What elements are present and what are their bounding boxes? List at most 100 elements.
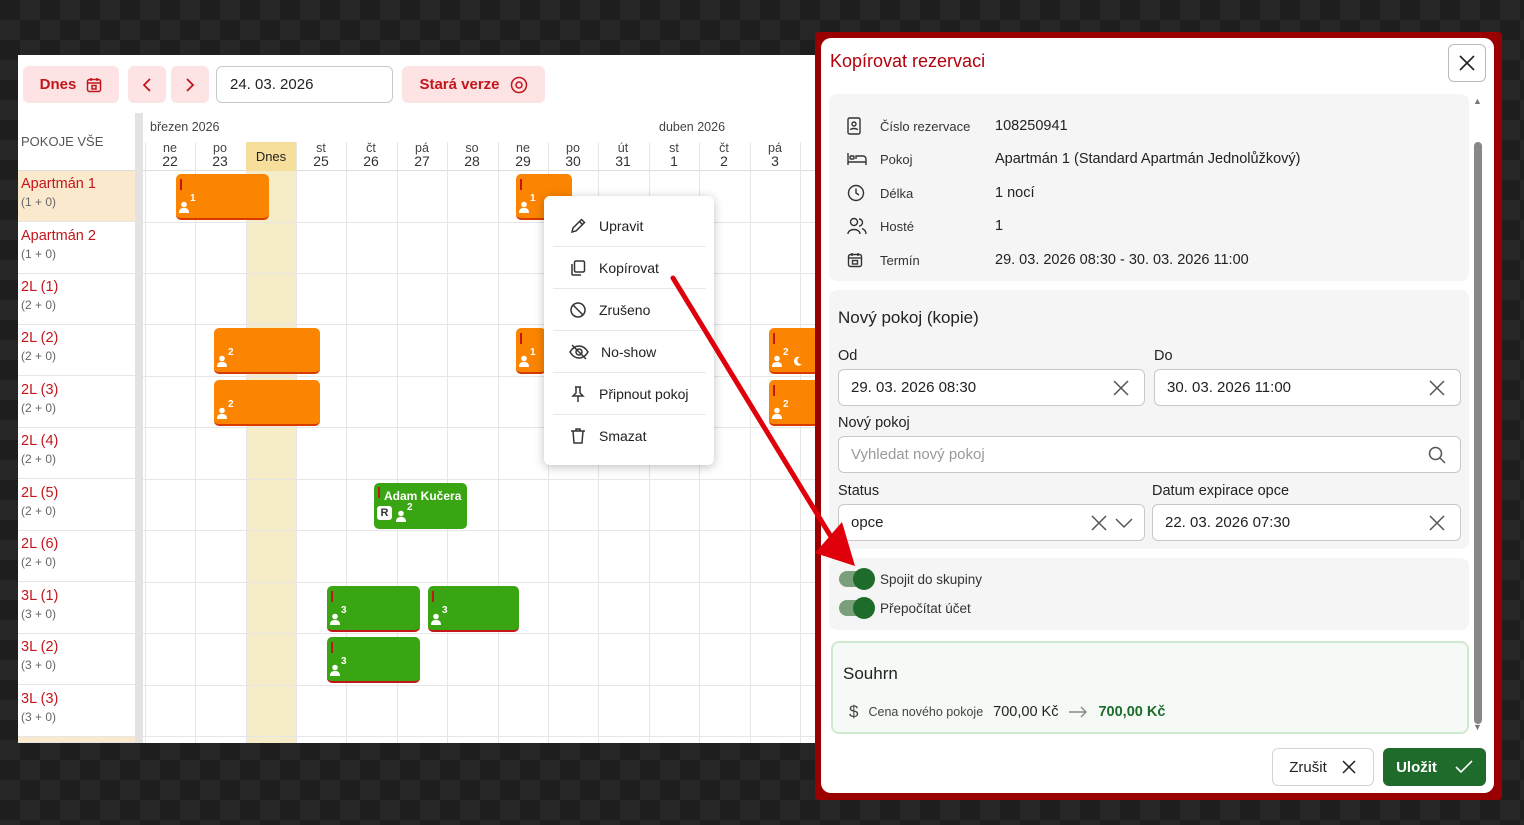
menu-item-edit[interactable]: Upravit <box>553 205 706 247</box>
guest-number: 3 <box>442 605 448 616</box>
menu-item-pin-room[interactable]: Připnout pokoj <box>553 373 706 415</box>
arrow-right-icon <box>1069 706 1088 718</box>
guest-count: 3 <box>330 657 347 676</box>
clear-icon[interactable] <box>1428 514 1446 532</box>
month-label-march: březen 2026 <box>150 120 220 134</box>
room-row-3l-3[interactable]: 3L (3) (3 + 0) <box>18 686 135 737</box>
pin-icon <box>571 385 585 402</box>
room-row-2l-6[interactable]: 2L (6) (2 + 0) <box>18 531 135 582</box>
day-number: 22 <box>162 153 178 169</box>
day-header[interactable]: ne 22 <box>145 142 195 170</box>
dialog-scrollbar[interactable] <box>1474 142 1482 724</box>
reservation-block[interactable]: 2 <box>769 380 815 426</box>
today-day-header[interactable]: Dnes <box>246 142 296 171</box>
day-header[interactable]: pá 27 <box>397 142 447 170</box>
guest-count: 1 <box>519 194 536 213</box>
toggle-switch-recalculate[interactable] <box>839 597 875 619</box>
info-label: Termín <box>880 252 920 268</box>
guest-icon <box>431 613 441 625</box>
rooms-header[interactable]: POKOJE VŠE <box>18 113 135 171</box>
reservation-block[interactable]: 1 <box>516 328 546 374</box>
toggle-switch-group[interactable] <box>839 568 875 590</box>
next-button[interactable] <box>171 66 209 103</box>
room-row-next[interactable] <box>18 737 135 743</box>
day-header[interactable]: po 23 <box>195 142 245 170</box>
room-row-2l-3[interactable]: 2L (3) (2 + 0) <box>18 377 135 428</box>
moon-icon <box>793 356 802 366</box>
reservation-block[interactable]: 2 <box>214 380 320 426</box>
day-header[interactable]: po 30 <box>548 142 598 170</box>
from-datetime-field[interactable]: 29. 03. 2026 08:30 <box>838 369 1145 406</box>
room-row-apartman-2[interactable]: Apartmán 2 (1 + 0) <box>18 223 135 274</box>
menu-item-copy[interactable]: Kopírovat <box>553 247 706 289</box>
grid-line <box>800 142 801 743</box>
cancel-button[interactable]: Zrušit <box>1272 748 1374 786</box>
grid-row-line <box>143 376 815 377</box>
clear-icon[interactable] <box>1428 379 1446 397</box>
option-expiry-field[interactable]: 22. 03. 2026 07:30 <box>1152 504 1461 541</box>
toggle-recalculate[interactable]: Přepočítat účet <box>839 597 971 619</box>
grid-line <box>447 142 448 743</box>
guest-icon <box>179 201 189 213</box>
reservation-flag <box>331 642 333 653</box>
grid-line <box>296 142 297 743</box>
new-room-search-input[interactable]: Vyhledat nový pokoj <box>838 436 1461 473</box>
menu-item-delete[interactable]: Smazat <box>553 415 706 457</box>
date-input[interactable]: 24. 03. 2026 <box>216 66 393 103</box>
close-button[interactable] <box>1448 44 1486 82</box>
reservation-block[interactable]: 1 <box>176 174 269 220</box>
target-icon <box>510 76 527 93</box>
status-label: Status <box>838 483 880 499</box>
room-name: 2L (1) <box>21 279 59 295</box>
room-row-3l-2[interactable]: 3L (2) (3 + 0) <box>18 634 135 685</box>
room-capacity: (2 + 0) <box>21 504 57 518</box>
day-header[interactable]: so 28 <box>447 142 497 170</box>
today-button[interactable]: Dnes <box>23 66 119 103</box>
menu-item-cancelled[interactable]: Zrušeno <box>553 289 706 331</box>
room-row-2l-4[interactable]: 2L (4) (2 + 0) <box>18 428 135 479</box>
day-header[interactable]: pá 3 <box>750 142 800 170</box>
day-header[interactable]: st 25 <box>296 142 346 170</box>
room-row-3l-1[interactable]: 3L (1) (3 + 0) <box>18 583 135 634</box>
room-row-apartman-1[interactable]: Apartmán 1 (1 + 0) <box>18 171 135 222</box>
room-name: Apartmán 1 <box>21 176 96 192</box>
grid-line <box>145 142 146 743</box>
room-name: 2L (3) <box>21 382 59 398</box>
scroll-up-arrow[interactable]: ▲ <box>1473 96 1482 106</box>
room-row-2l-1[interactable]: 2L (1) (2 + 0) <box>18 274 135 325</box>
day-header[interactable]: čt 26 <box>346 142 396 170</box>
summary-title: Souhrn <box>843 664 898 683</box>
room-row-2l-5[interactable]: 2L (5) (2 + 0) <box>18 480 135 531</box>
day-header[interactable]: út 31 <box>598 142 648 170</box>
status-select[interactable]: opce <box>838 504 1145 541</box>
day-header[interactable]: ne 29 <box>498 142 548 170</box>
room-row-2l-2[interactable]: 2L (2) (2 + 0) <box>18 325 135 376</box>
prev-button[interactable] <box>128 66 166 103</box>
reservation-flag <box>432 591 434 602</box>
reservation-block[interactable]: 2 <box>214 328 320 374</box>
toggle-group[interactable]: Spojit do skupiny <box>839 568 982 590</box>
room-capacity: (2 + 0) <box>21 349 57 363</box>
day-number: 27 <box>414 153 430 169</box>
reservation-flag <box>520 179 522 190</box>
reservation-block[interactable]: 3 <box>327 586 420 632</box>
save-button[interactable]: Uložit <box>1383 748 1486 786</box>
menu-item-no-show[interactable]: No-show <box>553 331 706 373</box>
reservation-block[interactable]: 3 <box>327 637 420 683</box>
option-expiry-value: 22. 03. 2026 07:30 <box>1165 514 1291 531</box>
reservation-block[interactable]: 3 <box>428 586 519 632</box>
menu-item-label: Zrušeno <box>599 301 651 318</box>
clear-icon[interactable] <box>1090 514 1108 532</box>
reservation-block-adam-kucera[interactable]: Adam Kučera R2 <box>374 483 467 529</box>
day-header[interactable]: čt 2 <box>699 142 749 170</box>
to-datetime-field[interactable]: 30. 03. 2026 11:00 <box>1154 369 1461 406</box>
scroll-down-arrow[interactable]: ▼ <box>1473 722 1482 732</box>
grid-row-line <box>143 633 815 634</box>
old-version-button[interactable]: Stará verze <box>402 66 545 103</box>
calendar-toolbar: Dnes 24. 03. 2026 Stará verze <box>18 55 815 113</box>
reservation-block[interactable]: 2 <box>769 328 815 374</box>
grid-row-line <box>143 685 815 686</box>
day-header[interactable]: st 1 <box>649 142 699 170</box>
clear-icon[interactable] <box>1112 379 1130 397</box>
chevron-down-icon[interactable] <box>1114 514 1134 532</box>
